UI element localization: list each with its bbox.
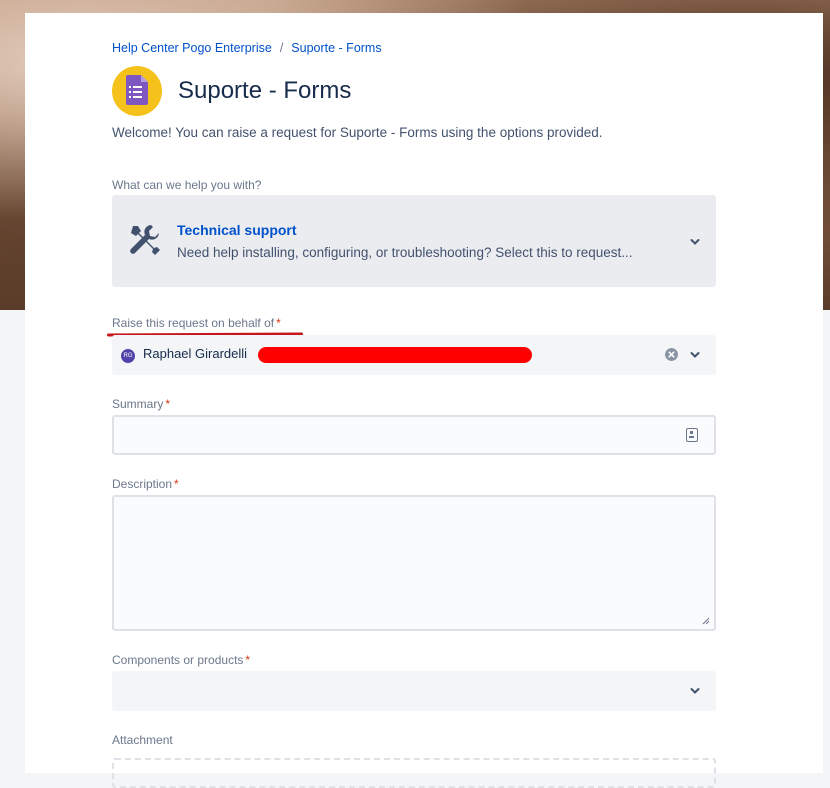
forms-document-icon bbox=[126, 75, 148, 105]
attachment-label: Attachment bbox=[112, 733, 173, 747]
page-title: Suporte - Forms bbox=[178, 77, 352, 104]
behalf-select[interactable]: RG Raphael Girardelli bbox=[112, 335, 716, 375]
description-label-text: Description bbox=[112, 477, 173, 491]
components-label: Components or products * bbox=[112, 653, 250, 667]
breadcrumb-portal-link[interactable]: Suporte - Forms bbox=[291, 41, 381, 55]
summary-label: Summary * bbox=[112, 397, 170, 411]
clear-icon[interactable] bbox=[665, 348, 678, 361]
request-type-title: Technical support bbox=[177, 222, 297, 238]
redaction-mark bbox=[258, 347, 532, 363]
behalf-label: Raise this request on behalf of * bbox=[112, 316, 281, 330]
breadcrumb-help-center-link[interactable]: Help Center Pogo Enterprise bbox=[112, 41, 272, 55]
behalf-label-text: Raise this request on behalf of bbox=[112, 316, 275, 330]
required-marker: * bbox=[165, 397, 171, 411]
avatar: RG bbox=[121, 349, 135, 363]
breadcrumb: Help Center Pogo Enterprise / Suporte - Fo… bbox=[112, 41, 382, 55]
chevron-down-icon[interactable] bbox=[690, 350, 700, 360]
request-type-label: What can we help you with? bbox=[112, 178, 262, 192]
request-form-card: Help Center Pogo Enterprise / Suporte - Fo… bbox=[25, 13, 823, 788]
description-field bbox=[112, 495, 716, 631]
description-textarea[interactable] bbox=[114, 497, 714, 629]
google-forms-icon bbox=[112, 66, 162, 116]
description-label: Description * bbox=[112, 477, 179, 491]
behalf-value: Raphael Girardelli bbox=[143, 346, 248, 361]
tools-icon bbox=[130, 225, 160, 255]
welcome-message: Welcome! You can raise a request for Sup… bbox=[112, 125, 603, 140]
components-select[interactable] bbox=[112, 671, 716, 711]
chevron-down-icon[interactable] bbox=[690, 686, 700, 696]
resize-grip-icon[interactable] bbox=[702, 617, 710, 625]
summary-input[interactable] bbox=[114, 417, 714, 453]
request-type-select[interactable]: Technical support Need help installing, … bbox=[112, 195, 716, 287]
request-type-description: Need help installing, configuring, or tr… bbox=[177, 245, 633, 260]
required-marker: * bbox=[245, 653, 251, 667]
required-marker: * bbox=[276, 316, 281, 330]
summary-field bbox=[112, 415, 716, 455]
breadcrumb-separator: / bbox=[279, 41, 284, 55]
summary-label-text: Summary bbox=[112, 397, 164, 411]
required-marker: * bbox=[174, 477, 179, 491]
contact-card-icon bbox=[686, 428, 698, 442]
chevron-down-icon[interactable] bbox=[690, 237, 700, 247]
components-label-text: Components or products bbox=[112, 653, 244, 667]
attachment-dropzone[interactable] bbox=[112, 758, 716, 788]
